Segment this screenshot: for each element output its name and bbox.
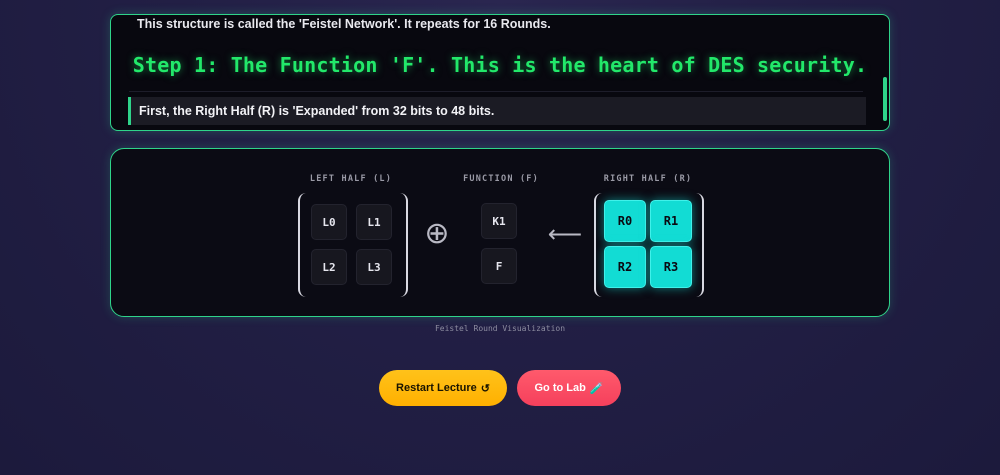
function-label: FUNCTION (F) [463,174,539,184]
lecture-panel: This structure is called the 'Feistel Ne… [110,14,890,131]
arrow-left-icon: ⟵ [547,220,583,248]
left-cell-l1: L1 [356,204,392,240]
go-to-lab-button[interactable]: Go to Lab 🧪 [517,370,621,406]
step-title: Step 1: The Function 'F'. This is the he… [132,53,868,77]
xor-icon: ⊕ [424,215,450,251]
previous-lecture-line: This structure is called the 'Feistel Ne… [137,17,551,31]
restart-lecture-button[interactable]: Restart Lecture ↺ [379,370,507,406]
lecture-scrollbar[interactable] [883,77,887,121]
function-cell-k1: K1 [481,203,517,239]
test-tube-icon: 🧪 [589,382,604,395]
right-cell-r1: R1 [650,200,692,242]
left-cell-l3: L3 [356,249,392,285]
left-cell-l2: L2 [311,249,347,285]
restart-icon: ↺ [480,382,490,395]
right-half-label: RIGHT HALF (R) [603,174,693,184]
current-lecture-line: First, the Right Half (R) is 'Expanded' … [128,97,866,125]
right-cell-r2: R2 [604,246,646,288]
right-half-group: R0 R1 R2 R3 [594,193,704,297]
restart-lecture-label: Restart Lecture [396,382,477,394]
feistel-visualization-panel: LEFT HALF (L) L0 L1 L2 L3 ⊕ FUNCTION (F)… [110,148,890,317]
right-cell-r3: R3 [650,246,692,288]
left-cell-l0: L0 [311,204,347,240]
left-half-label: LEFT HALF (L) [309,174,393,184]
left-half-group: L0 L1 L2 L3 [298,193,408,297]
go-to-lab-label: Go to Lab [534,382,586,394]
divider [129,91,863,92]
visualization-caption: Feistel Round Visualization [434,324,566,333]
function-cell-f: F [481,248,517,284]
right-cell-r0: R0 [604,200,646,242]
